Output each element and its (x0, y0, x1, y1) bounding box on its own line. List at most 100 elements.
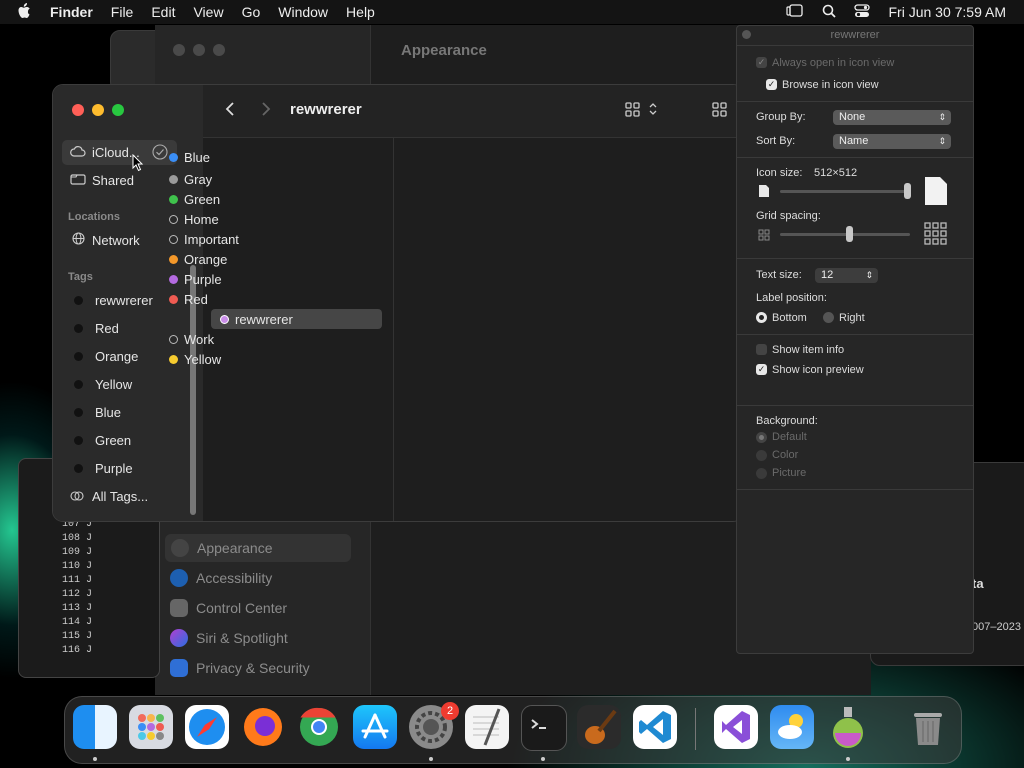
icon-size-track[interactable] (780, 190, 910, 193)
dock-app-store-icon[interactable] (353, 705, 397, 749)
sidebar-all-tags[interactable]: All Tags... (70, 485, 148, 507)
icon-size-slider-knob[interactable] (904, 183, 911, 199)
settings-zoom-button[interactable] (213, 44, 225, 56)
back-chevron-icon[interactable] (224, 101, 236, 122)
label-bottom-radio[interactable] (756, 312, 767, 323)
bg-picture-label: Picture (772, 467, 807, 479)
shared-folder-icon (70, 173, 86, 188)
menu-file[interactable]: File (111, 4, 134, 20)
dock-textedit-icon[interactable] (465, 705, 509, 749)
finder-zoom-button[interactable] (112, 104, 124, 116)
list-item-label: rewwrerer (235, 311, 293, 327)
dock-weather-icon[interactable] (770, 705, 814, 749)
sidebar-tag-blue[interactable]: Blue (68, 401, 121, 423)
dock-chrome-icon[interactable] (297, 705, 341, 749)
sort-by-select[interactable]: Name ⇕ (833, 134, 951, 149)
sidebar-tag-red[interactable]: Red (68, 317, 119, 339)
always-open-checkbox[interactable]: ✓ (756, 57, 767, 68)
settings-item-siri[interactable]: Siri & Spotlight (170, 624, 345, 652)
list-item-selected[interactable]: rewwrerer (211, 309, 382, 329)
list-item[interactable]: Purple (160, 269, 330, 289)
settings-item-accessibility[interactable]: Accessibility (170, 564, 345, 592)
settings-item-label: Privacy & Security (196, 660, 310, 676)
sidebar-tag-purple[interactable]: Purple (68, 457, 133, 479)
sidebar-tag-rewwrerer[interactable]: rewwrerer (68, 289, 153, 311)
list-item[interactable]: Home (160, 209, 330, 229)
dock-firefox-icon[interactable] (241, 705, 285, 749)
sidebar-item-label: Yellow (95, 376, 133, 392)
dock-garageband-icon[interactable] (577, 705, 621, 749)
sidebar-item-icloud-row[interactable]: iCloud... (70, 141, 140, 163)
dock-finder-icon[interactable] (73, 705, 117, 749)
sidebar-tag-green[interactable]: Green (68, 429, 131, 451)
dock-launchpad-icon[interactable] (129, 705, 173, 749)
terminal-line: 108 J (62, 533, 93, 544)
list-item[interactable]: Orange (160, 249, 330, 269)
menu-app-name[interactable]: Finder (50, 4, 93, 20)
settings-item-appearance[interactable]: Appearance (165, 534, 351, 562)
settings-badge: 2 (441, 702, 459, 720)
settings-minimize-button[interactable] (193, 44, 205, 56)
list-item[interactable]: Red (160, 289, 330, 309)
dock-vscode-icon[interactable] (633, 705, 677, 749)
menu-help[interactable]: Help (346, 4, 375, 20)
finder-close-button[interactable] (72, 104, 84, 116)
menu-edit[interactable]: Edit (151, 4, 175, 20)
settings-close-button[interactable] (173, 44, 185, 56)
list-item-label: Home (184, 211, 219, 227)
running-indicator (541, 757, 545, 761)
group-view-icon[interactable] (712, 101, 732, 122)
dock-visual-studio-icon[interactable] (714, 705, 758, 749)
grid-spacing-label: Grid spacing: (756, 210, 821, 222)
spotlight-search-icon[interactable] (822, 4, 837, 21)
dock-terminal-icon[interactable] (521, 705, 567, 751)
sidebar-tag-yellow[interactable]: Yellow (68, 373, 132, 395)
apple-menu-icon[interactable] (18, 2, 32, 22)
tag-dot (169, 334, 178, 344)
settings-item-control-center[interactable]: Control Center (170, 594, 345, 622)
text-size-select[interactable]: 12 ⇕ (815, 268, 878, 283)
bg-picture-radio[interactable] (756, 468, 767, 479)
tag-color-dot (74, 435, 83, 445)
icon-size-label: Icon size: (756, 167, 803, 179)
stage-manager-icon[interactable] (786, 3, 804, 21)
sidebar-tag-orange[interactable]: Orange (68, 345, 138, 367)
forward-chevron-icon[interactable] (260, 101, 272, 122)
browse-icon-view-checkbox[interactable]: ✓ (766, 79, 777, 90)
dock-installer-icon[interactable] (826, 705, 870, 749)
menu-clock[interactable]: Fri Jun 30 7:59 AM (888, 4, 1006, 20)
list-item[interactable]: Gray (160, 169, 330, 189)
group-by-select[interactable]: None ⇕ (833, 110, 951, 125)
list-item[interactable]: Green (160, 189, 330, 209)
show-icon-preview-checkbox[interactable]: ✓ (756, 364, 767, 375)
divider (737, 258, 973, 259)
menu-view[interactable]: View (193, 4, 223, 20)
running-indicator (93, 757, 97, 761)
list-item[interactable]: Work (160, 329, 330, 349)
sidebar-item-shared[interactable]: Shared (70, 169, 134, 191)
running-indicator (846, 757, 850, 761)
finder-minimize-button[interactable] (92, 104, 104, 116)
list-item[interactable]: Blue (160, 147, 330, 167)
sidebar-tags-header: Tags (68, 271, 93, 283)
dock-safari-icon[interactable] (185, 705, 229, 749)
grid-spacing-slider-knob[interactable] (846, 226, 853, 242)
sidebar-item-network[interactable]: Network (72, 229, 140, 251)
dock-trash-icon[interactable] (906, 705, 950, 749)
view-options-title: rewwrerer (830, 29, 880, 41)
settings-item-privacy[interactable]: Privacy & Security (170, 654, 345, 682)
label-right-radio[interactable] (823, 312, 834, 323)
menu-go[interactable]: Go (242, 4, 261, 20)
bg-default-radio[interactable] (756, 432, 767, 443)
list-item[interactable]: Important (160, 229, 330, 249)
list-item[interactable]: Yellow (160, 349, 330, 369)
show-item-info-checkbox[interactable] (756, 344, 767, 355)
settings-item-label: Appearance (197, 540, 273, 556)
control-center-icon[interactable] (854, 3, 871, 21)
view-icon-grid-icon[interactable] (625, 101, 661, 122)
list-item-label: Red (184, 291, 208, 307)
grid-spacing-track[interactable] (780, 233, 910, 236)
bg-color-radio[interactable] (756, 450, 767, 461)
tag-color-dot (74, 323, 83, 333)
menu-window[interactable]: Window (278, 4, 328, 20)
